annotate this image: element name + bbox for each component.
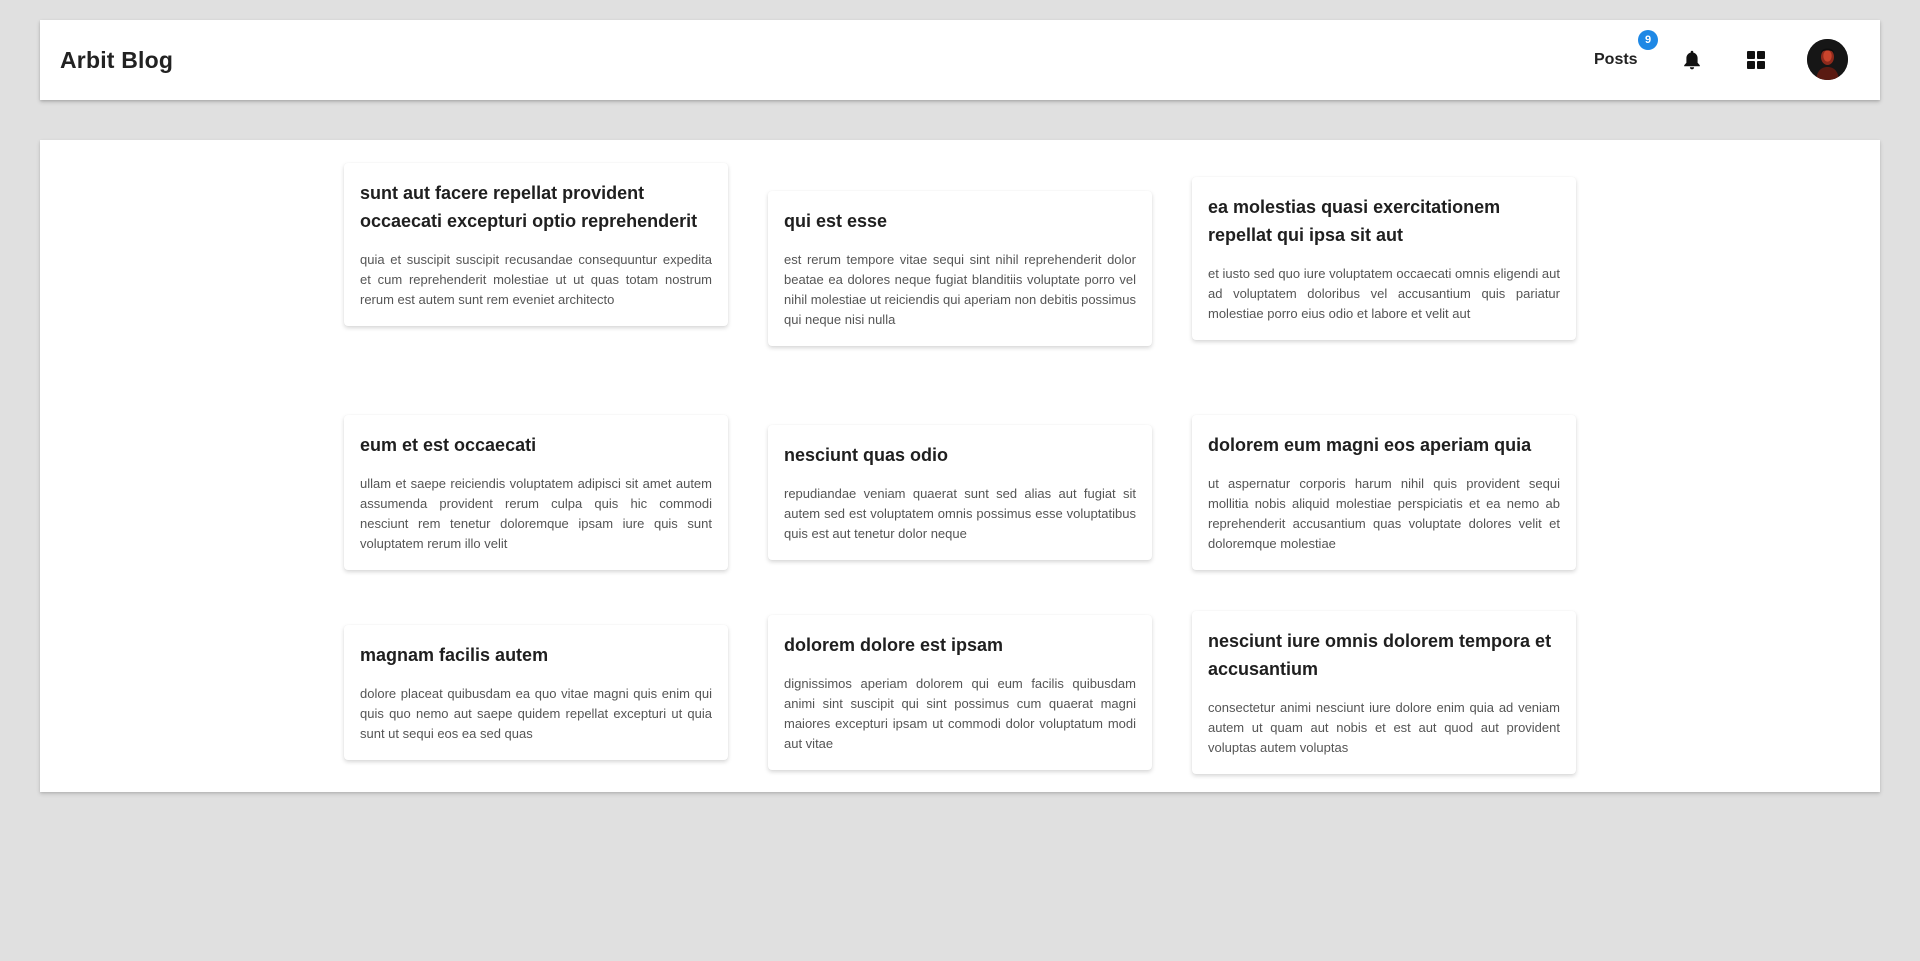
post-body: dolore placeat quibusdam ea quo vitae ma…: [360, 686, 712, 741]
apps-menu-button[interactable]: [1744, 48, 1768, 72]
post-body: consectetur animi nesciunt iure dolore e…: [1208, 700, 1560, 755]
post-card[interactable]: ea molestias quasi exercitationem repell…: [1192, 177, 1576, 340]
post-card[interactable]: qui est esse est rerum tempore vitae seq…: [768, 191, 1152, 346]
top-app-bar: Arbit Blog Posts 9: [40, 20, 1880, 100]
post-card[interactable]: sunt aut facere repellat provident occae…: [344, 163, 728, 326]
posts-count-badge: 9: [1638, 30, 1658, 50]
post-title: sunt aut facere repellat provident occae…: [360, 183, 698, 231]
user-avatar[interactable]: [1807, 39, 1848, 80]
post-body: repudiandae veniam quaerat sunt sed alia…: [784, 486, 1136, 541]
posts-panel: sunt aut facere repellat provident occae…: [40, 140, 1880, 792]
post-title: nesciunt iure omnis dolorem tempora et a…: [1208, 631, 1552, 679]
post-card[interactable]: nesciunt quas odio repudiandae veniam qu…: [768, 425, 1152, 560]
post-title: dolorem dolore est ipsam: [784, 635, 1004, 655]
post-card[interactable]: dolorem dolore est ipsam dignissimos ape…: [768, 615, 1152, 770]
post-body: ut aspernatur corporis harum nihil quis …: [1208, 476, 1560, 551]
brand-title[interactable]: Arbit Blog: [60, 20, 173, 100]
post-card[interactable]: magnam facilis autem dolore placeat quib…: [344, 625, 728, 760]
post-body: et iusto sed quo iure voluptatem occaeca…: [1208, 266, 1560, 321]
post-body: ullam et saepe reiciendis voluptatem adi…: [360, 476, 712, 551]
post-card[interactable]: dolorem eum magni eos aperiam quia ut as…: [1192, 415, 1576, 570]
avatar-image: [1807, 39, 1848, 80]
post-title: ea molestias quasi exercitationem repell…: [1208, 197, 1501, 245]
bell-icon: [1684, 50, 1700, 70]
post-title: nesciunt quas odio: [784, 445, 949, 465]
post-title: dolorem eum magni eos aperiam quia: [1208, 435, 1532, 455]
post-title: magnam facilis autem: [360, 645, 549, 665]
post-card[interactable]: eum et est occaecati ullam et saepe reic…: [344, 415, 728, 570]
apps-grid-icon: [1747, 51, 1765, 69]
post-body: dignissimos aperiam dolorem qui eum faci…: [784, 676, 1136, 751]
post-body: quia et suscipit suscipit recusandae con…: [360, 252, 712, 307]
nav-posts-link[interactable]: Posts: [1594, 20, 1638, 100]
post-card[interactable]: nesciunt iure omnis dolorem tempora et a…: [1192, 611, 1576, 774]
post-title: eum et est occaecati: [360, 435, 537, 455]
post-title: qui est esse: [784, 211, 888, 231]
post-body: est rerum tempore vitae sequi sint nihil…: [784, 252, 1136, 327]
notifications-button[interactable]: [1680, 48, 1704, 72]
